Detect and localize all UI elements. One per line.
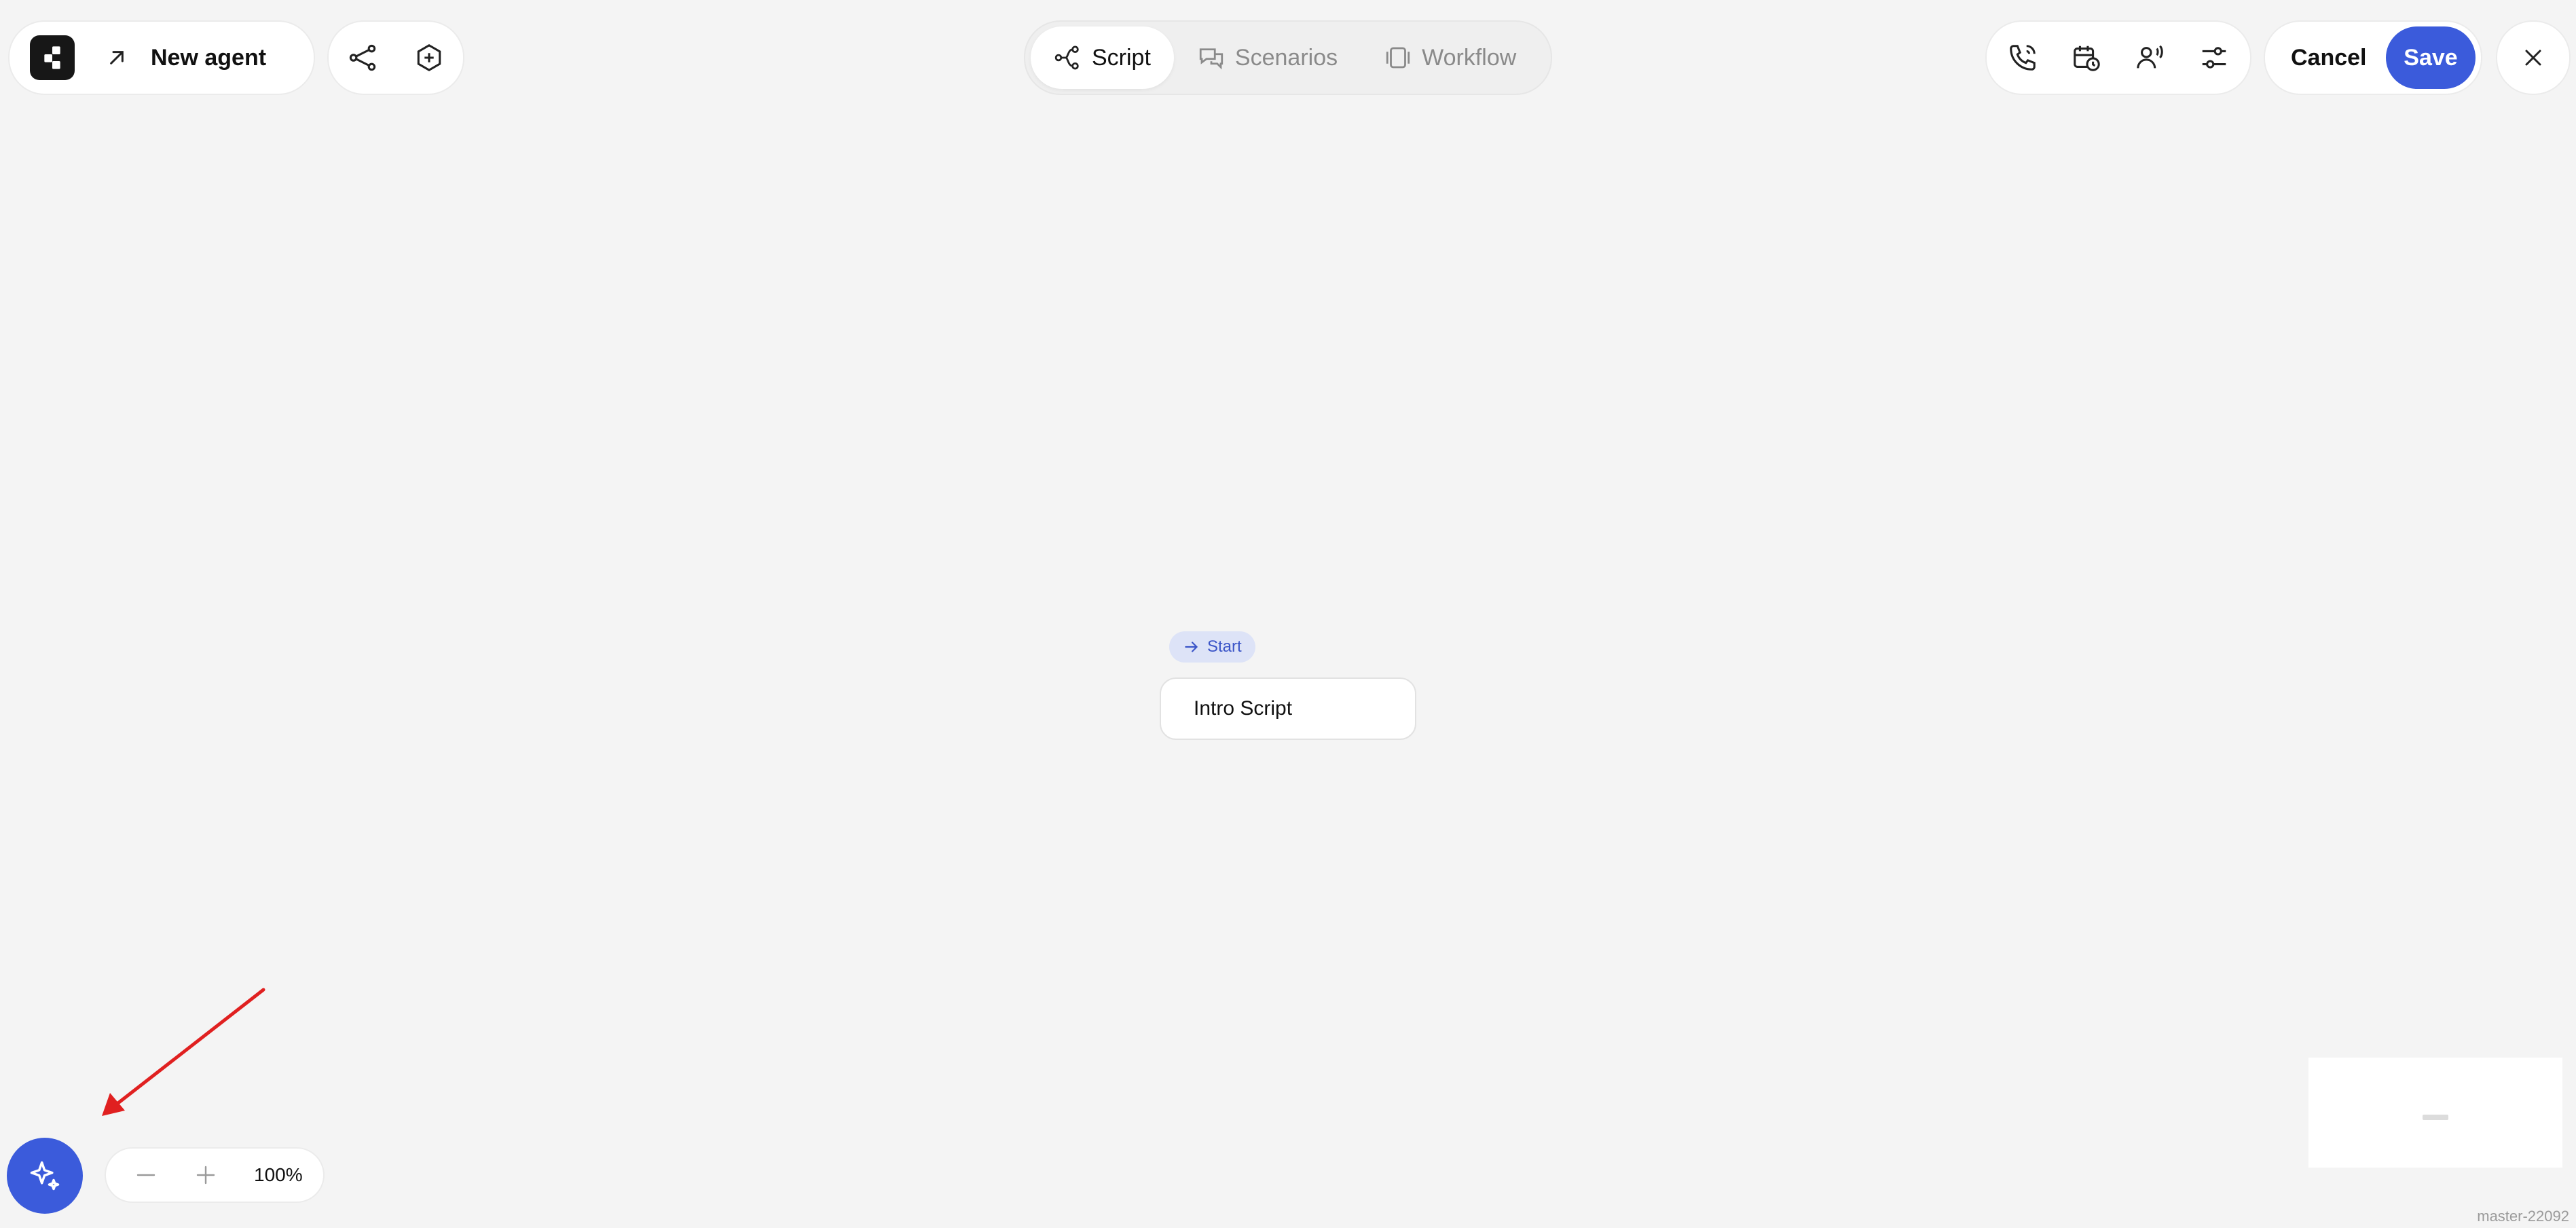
- right-toolbar: [1985, 20, 2251, 95]
- tab-workflow[interactable]: Workflow: [1361, 26, 1539, 89]
- chat-bubbles-icon: [1199, 48, 1223, 70]
- logo-icon: [44, 46, 60, 69]
- voice-button[interactable]: [2122, 29, 2179, 86]
- ai-assistant-button[interactable]: [7, 1138, 83, 1214]
- tab-script-label: Script: [1092, 44, 1151, 71]
- zoom-controls: 100%: [105, 1147, 325, 1203]
- settings-button[interactable]: [2186, 29, 2243, 86]
- zoom-level: 100%: [254, 1164, 303, 1185]
- minimap[interactable]: [2308, 1058, 2562, 1168]
- flow-icon: [1054, 45, 1079, 70]
- script-node-label: Intro Script: [1194, 697, 1293, 720]
- arrow-up-right-icon[interactable]: [103, 44, 130, 71]
- arrow-right-icon: [1185, 641, 1198, 652]
- phone-settings-button[interactable]: [1994, 29, 2051, 86]
- cancel-button[interactable]: Cancel: [2291, 45, 2367, 71]
- zoom-in-button[interactable]: [183, 1153, 228, 1197]
- version-label: master-22092: [2477, 1208, 2569, 1225]
- left-toolbar: [327, 20, 464, 95]
- app-logo[interactable]: [30, 35, 75, 80]
- sliders-icon: [2202, 47, 2226, 69]
- close-button[interactable]: [2496, 20, 2571, 95]
- voice-user-icon: [2137, 45, 2163, 69]
- start-badge: Start: [1169, 631, 1255, 663]
- phone-call-icon: [2010, 45, 2036, 71]
- sparkles-icon: [30, 1161, 60, 1191]
- workflow-icon: [1386, 47, 1410, 69]
- agent-name[interactable]: New agent: [151, 45, 266, 71]
- annotation-arrow: [102, 988, 265, 1116]
- action-buttons: Cancel Save: [2264, 20, 2482, 95]
- plus-icon: [196, 1166, 215, 1185]
- schedule-button[interactable]: [2058, 29, 2115, 86]
- minus-icon: [136, 1174, 155, 1176]
- branch-button[interactable]: [334, 29, 391, 86]
- tab-scenarios-label: Scenarios: [1234, 44, 1338, 71]
- zoom-out-button[interactable]: [124, 1153, 168, 1197]
- view-tabs: Script Scenarios Workflow: [1024, 20, 1552, 95]
- tab-workflow-label: Workflow: [1422, 44, 1517, 71]
- minimap-node: [2423, 1115, 2448, 1120]
- branch-icon: [349, 44, 376, 71]
- start-label: Start: [1207, 637, 1242, 656]
- agent-header: New agent: [8, 20, 315, 95]
- close-icon: [2525, 50, 2541, 66]
- save-button[interactable]: Save: [2386, 26, 2476, 89]
- calendar-clock-icon: [2074, 45, 2100, 71]
- add-component-button[interactable]: [401, 29, 458, 86]
- tab-script[interactable]: Script: [1031, 26, 1174, 89]
- tab-scenarios[interactable]: Scenarios: [1174, 26, 1361, 89]
- script-node[interactable]: Intro Script: [1160, 677, 1416, 740]
- hexagon-plus-icon: [417, 44, 441, 71]
